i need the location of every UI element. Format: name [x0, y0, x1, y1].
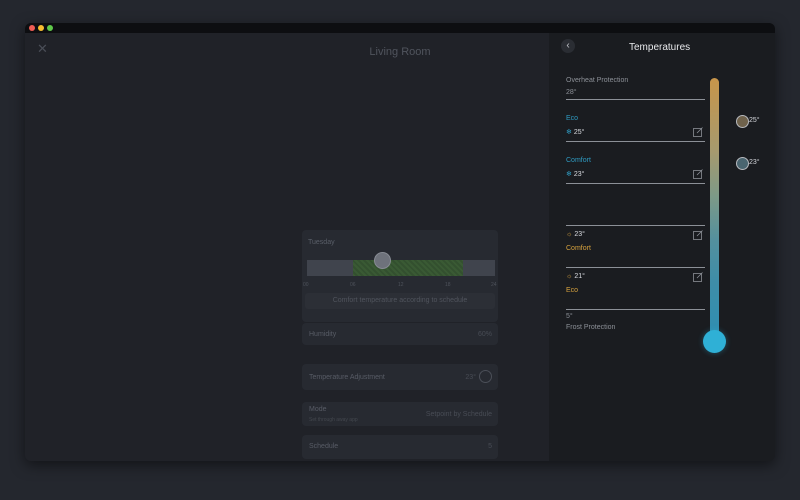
comfort-heat-value: 23°	[574, 231, 585, 238]
back-button[interactable]: ‹	[561, 39, 575, 53]
frost-line	[566, 309, 705, 310]
edit-icon[interactable]	[693, 169, 703, 179]
zoom-window-button[interactable]	[47, 25, 53, 31]
schedule-row[interactable]: Schedule 5	[302, 435, 498, 459]
mode-row[interactable]: Mode Set through away app Setpoint by Sc…	[302, 402, 498, 426]
comfort-cool-row[interactable]: ❄ 23°	[566, 170, 584, 178]
temperatures-panel: ‹ Temperatures Overheat Protection 28° E…	[549, 33, 775, 461]
snowflake-icon: ❄	[566, 171, 572, 178]
mode-value: Setpoint by Schedule	[425, 411, 492, 418]
comfort-heat-line	[566, 225, 705, 226]
edit-icon[interactable]	[693, 230, 703, 240]
tick-label: 24	[491, 282, 497, 288]
schedule-row-label: Schedule	[309, 443, 339, 450]
overheat-label: Overheat Protection	[566, 77, 629, 84]
frost-value: 5°	[566, 313, 573, 320]
schedule-note: Comfort temperature according to schedul…	[305, 293, 495, 309]
tick-label: 12	[398, 282, 404, 288]
eco-heat-value: 21°	[574, 273, 585, 280]
eco-cool-row[interactable]: ❄ 25°	[566, 128, 584, 136]
eco-heat-line	[566, 267, 705, 268]
sun-icon: ☼	[566, 231, 573, 238]
thermometer-bulb	[703, 330, 726, 353]
comfort-cool-value: 23°	[573, 171, 585, 178]
temperature-adjustment-row[interactable]: Temperature Adjustment 23°	[302, 364, 498, 390]
minimize-window-button[interactable]	[38, 25, 44, 31]
sun-icon: ☼	[566, 273, 573, 280]
eco-heat-row[interactable]: ☼ 21°	[566, 273, 585, 280]
main-content: ✕ Living Room Tuesday 00 06 12 18 24 Com…	[25, 33, 549, 461]
thermometer-scale	[710, 78, 719, 340]
mode-subtitle: Set through away app	[309, 417, 358, 423]
schedule-card: Tuesday 00 06 12 18 24 Comfort temperatu…	[302, 230, 498, 322]
chevron-left-icon: ‹	[566, 40, 570, 51]
comfort-cool-line	[566, 183, 705, 184]
adjustment-label: Temperature Adjustment	[309, 374, 385, 381]
schedule-bar[interactable]	[307, 260, 495, 276]
tick-label: 00	[303, 282, 309, 288]
edit-icon[interactable]	[693, 272, 703, 282]
close-window-button[interactable]	[29, 25, 35, 31]
overheat-line	[566, 99, 705, 100]
eco-cool-value: 25°	[573, 129, 585, 136]
marker-value: 23°	[749, 159, 760, 166]
schedule-row-value: 5	[488, 443, 492, 450]
home-icon	[736, 115, 749, 128]
title-bar	[25, 23, 775, 33]
overheat-value: 28°	[566, 89, 577, 96]
leaf-icon	[736, 157, 749, 170]
frost-label: Frost Protection	[566, 324, 616, 331]
panel-title: Temperatures	[629, 42, 691, 53]
tick-label: 06	[350, 282, 356, 288]
schedule-knob[interactable]	[374, 252, 391, 269]
timer-icon[interactable]	[479, 370, 492, 383]
eco-heat-label: Eco	[566, 287, 579, 294]
comfort-cool-label: Comfort	[566, 157, 591, 164]
mode-label: Mode	[309, 406, 327, 413]
marker-value: 25°	[749, 117, 760, 124]
humidity-row: Humidity 60%	[302, 323, 498, 345]
eco-cool-line	[566, 141, 705, 142]
edit-icon[interactable]	[693, 127, 703, 137]
comfort-period	[353, 260, 463, 276]
comfort-heat-label: Comfort	[566, 245, 591, 252]
adjustment-value: 23°	[465, 374, 476, 381]
tick-label: 18	[445, 282, 451, 288]
schedule-day: Tuesday	[308, 239, 335, 246]
humidity-value: 60%	[477, 331, 492, 338]
comfort-heat-row[interactable]: ☼ 23°	[566, 231, 585, 238]
app-window: ✕ Living Room Tuesday 00 06 12 18 24 Com…	[25, 23, 775, 461]
eco-cool-label: Eco	[566, 115, 579, 122]
humidity-label: Humidity	[309, 331, 337, 338]
snowflake-icon: ❄	[566, 129, 572, 136]
